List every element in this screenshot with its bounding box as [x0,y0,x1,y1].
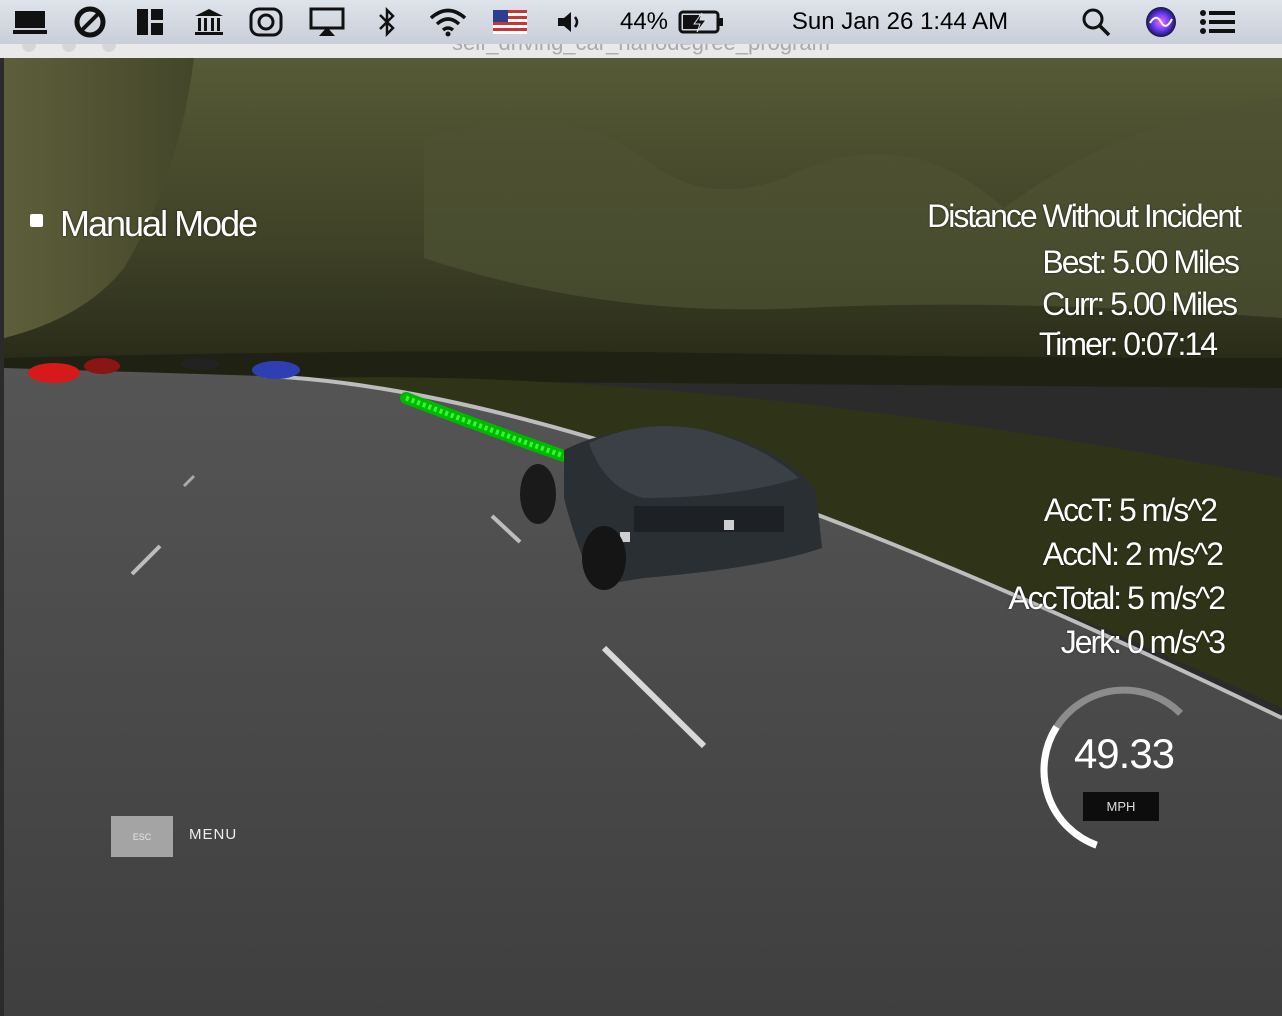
traffic-car-blue [252,361,300,379]
best-distance: Best: 5.00 Miles [1042,244,1240,280]
notification-center-icon[interactable] [1196,0,1240,44]
battery-charging-icon[interactable] [677,0,725,44]
battery-percent: 44% [619,8,669,35]
menu-label[interactable]: MENU [189,826,237,843]
menu-clock[interactable]: Sun Jan 26 1:44 AM [762,0,1038,44]
speed-unit: MPH [1083,792,1159,821]
bank-icon[interactable] [188,0,230,44]
bluetooth-icon[interactable] [370,0,404,44]
acc-n: AccN: 2 m/s^2 [1042,536,1224,572]
grid-app-icon[interactable] [130,0,170,44]
window-title: self_driving_car_nanodegree_program [0,44,1282,56]
creative-cloud-icon[interactable] [70,0,110,44]
display-icon[interactable] [10,0,50,44]
traffic-car-black [180,358,220,370]
mode-indicator-icon [30,214,43,227]
speed-value: 49.33 [1073,730,1175,777]
acc-t: AccT: 5 m/s^2 [1043,492,1218,528]
esc-key-label: ESC [132,831,152,842]
airplay-icon[interactable] [305,0,349,44]
spotlight-search-icon[interactable] [1078,0,1114,44]
timer: Timer: 0:07:14 [1038,326,1218,362]
distance-title: Distance Without Incident [927,198,1242,234]
simulator-viewport[interactable]: Manual Mode Distance Without Incident Be… [4,58,1282,1016]
traffic-car-darkred [84,358,120,374]
wifi-icon[interactable] [424,0,472,44]
current-distance: Curr: 5.00 Miles [1042,286,1238,322]
us-flag-icon[interactable] [490,0,530,44]
esc-button[interactable]: ESC [111,816,173,857]
menu-bar: 44% Sun Jan 26 1:44 AM [0,0,1282,44]
mode-label: Manual Mode [60,203,258,244]
jerk: Jerk: 0 m/s^3 [1060,624,1226,660]
copyright-app-icon[interactable] [246,0,286,44]
siri-icon[interactable] [1142,0,1180,44]
traffic-car-red [28,363,80,383]
window-titlebar: self_driving_car_nanodegree_program [0,44,1282,58]
volume-icon[interactable] [552,0,588,44]
acc-total: AccTotal: 5 m/s^2 [1008,580,1226,616]
